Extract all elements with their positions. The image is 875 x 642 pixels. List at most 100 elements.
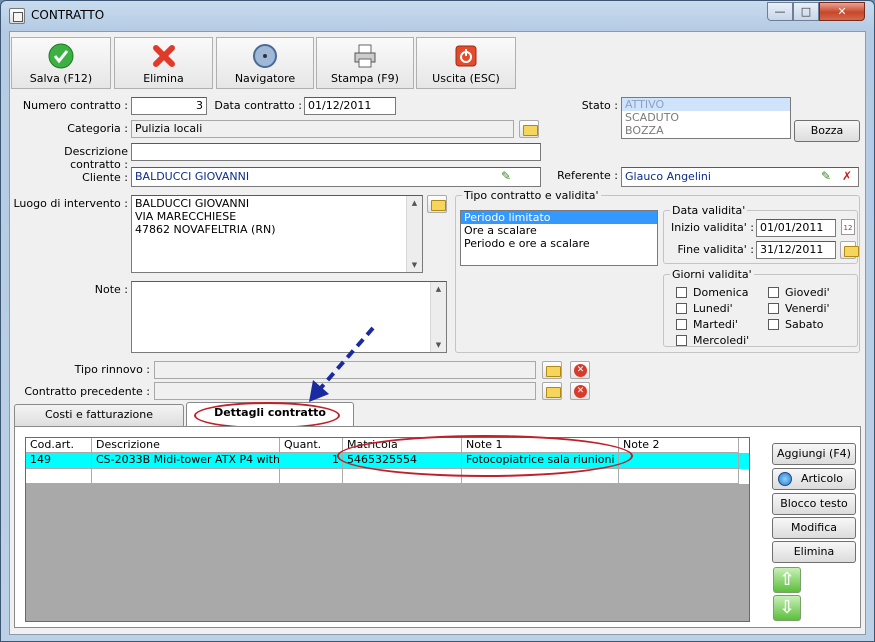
clear-tipo-rinnovo-icon[interactable]: [570, 361, 590, 379]
tab-costi-fatturazione[interactable]: Costi e fatturazione: [14, 404, 184, 426]
add-button[interactable]: Aggiungi (F4): [772, 443, 856, 465]
checkbox-label: Giovedi': [785, 286, 830, 299]
edit-referente-pencil-icon[interactable]: ✎: [821, 169, 831, 183]
empty-cell: [619, 469, 739, 484]
checkbox-domenica[interactable]: Domenica: [676, 286, 749, 299]
move-up-arrow-icon[interactable]: ⇧: [773, 567, 801, 593]
compass-icon: [253, 44, 277, 68]
article-button[interactable]: Articolo (F5): [772, 468, 856, 505]
categoria-field[interactable]: Pulizia locali: [131, 120, 514, 138]
luogo-line: VIA MARECCHIESE: [135, 210, 237, 223]
column-header[interactable]: Quant.: [280, 438, 343, 453]
highlight-ellipse-matricola: [337, 435, 633, 477]
cell-quantita: 1: [280, 453, 343, 469]
checkbox-venerdi[interactable]: Venerdi': [768, 302, 830, 315]
tipo-contratto-listbox[interactable]: Periodo limitato Ore a scalare Periodo e…: [460, 210, 658, 266]
cell-descrizione: CS-2033B Midi-tower ATX P4 with 5...: [92, 453, 280, 469]
fine-validita-folder-icon[interactable]: [840, 241, 859, 259]
bozza-button[interactable]: Bozza: [794, 120, 860, 142]
check-icon: [48, 43, 74, 69]
giorni-validita-group: Giorni validita' Domenica Lunedi' Marted…: [663, 268, 858, 347]
checkbox-sabato[interactable]: Sabato: [768, 318, 824, 331]
descrizione-field[interactable]: [131, 143, 541, 161]
cliente-label: Cliente :: [82, 171, 128, 184]
numero-contratto-label: Numero contratto :: [22, 99, 128, 112]
delete-button[interactable]: Elimina: [114, 37, 213, 89]
referente-label: Referente :: [557, 169, 618, 182]
data-contratto-label: Data contratto :: [214, 99, 302, 112]
data-validita-title: Data validita': [670, 204, 748, 217]
move-down-arrow-icon[interactable]: ⇩: [773, 595, 801, 621]
tipo-contratto-group: Tipo contratto e validita' Periodo limit…: [455, 189, 860, 353]
inizio-validita-field[interactable]: 01/01/2011: [756, 219, 836, 237]
cliente-field[interactable]: BALDUCCI GIOVANNI: [131, 167, 541, 187]
checkbox-mercoledi[interactable]: Mercoledi': [676, 334, 749, 347]
annotation-arrow-icon: [309, 326, 375, 402]
stato-option[interactable]: SCADUTO: [622, 111, 790, 124]
tab-panel-dettagli: Cod.art. Descrizione Quant. Matricola No…: [14, 426, 861, 628]
empty-cell: [92, 469, 280, 484]
tipo-rinnovo-label: Tipo rinnovo :: [74, 363, 150, 376]
checkbox-label: Mercoledi': [693, 334, 750, 347]
data-validita-group: Data validita' Inizio validita' : 01/01/…: [663, 204, 859, 264]
window-title: CONTRATTO: [31, 8, 105, 22]
clear-contratto-precedente-icon[interactable]: [570, 382, 590, 400]
checkbox-martedi[interactable]: Martedi': [676, 318, 738, 331]
tipo-option[interactable]: Ore a scalare: [461, 224, 657, 237]
checkbox-giovedi[interactable]: Giovedi': [768, 286, 830, 299]
navigator-button[interactable]: Navigatore: [216, 37, 314, 89]
save-button[interactable]: Salva (F12): [11, 37, 111, 89]
scroll-up-icon[interactable]: ▲: [407, 196, 422, 210]
exit-button[interactable]: Uscita (ESC): [416, 37, 516, 89]
luogo-field[interactable]: BALDUCCI GIOVANNI VIA MARECCHIESE 47862 …: [131, 195, 423, 273]
luogo-scrollbar[interactable]: ▲ ▼: [406, 196, 422, 272]
stato-option[interactable]: BOZZA: [622, 124, 790, 137]
contratto-precedente-label: Contratto precedente :: [24, 385, 150, 398]
minimize-button[interactable]: —: [767, 2, 793, 21]
column-header[interactable]: Cod.art.: [26, 438, 92, 453]
calendar-icon[interactable]: 12: [841, 219, 855, 235]
categoria-folder-icon[interactable]: [519, 120, 539, 138]
column-header[interactable]: Descrizione: [92, 438, 280, 453]
print-button[interactable]: Stampa (F9): [316, 37, 414, 89]
stato-listbox[interactable]: ATTIVO SCADUTO BOZZA: [621, 97, 791, 139]
note-scrollbar[interactable]: ▲ ▼: [430, 282, 446, 352]
column-header[interactable]: Note 2: [619, 438, 739, 453]
checkbox-label: Sabato: [785, 318, 824, 331]
highlight-ellipse-tab: [194, 402, 340, 429]
close-button[interactable]: ✕: [819, 2, 865, 21]
fine-validita-label: Fine validita' :: [677, 243, 754, 256]
cell-cod-art: 149: [26, 453, 92, 469]
maximize-button[interactable]: □: [793, 2, 819, 21]
data-contratto-field[interactable]: 01/12/2011: [304, 97, 396, 115]
tipo-option[interactable]: Periodo limitato: [461, 211, 657, 224]
numero-contratto-field[interactable]: 3: [131, 97, 207, 115]
edit-cliente-pencil-icon[interactable]: ✎: [501, 169, 511, 183]
delete-x-icon: [152, 45, 175, 67]
fine-validita-field[interactable]: 31/12/2011: [756, 241, 836, 259]
print-label: Stampa (F9): [331, 72, 399, 85]
scroll-up-icon[interactable]: ▲: [431, 282, 446, 296]
checkbox-label: Venerdi': [785, 302, 830, 315]
delete-row-button[interactable]: Elimina: [772, 541, 856, 563]
exit-label: Uscita (ESC): [432, 72, 500, 85]
luogo-label: Luogo di intervento :: [13, 197, 128, 210]
contratto-precedente-folder-icon[interactable]: [542, 382, 562, 400]
scroll-down-icon[interactable]: ▼: [431, 338, 446, 352]
text-block-button[interactable]: Blocco testo: [772, 493, 856, 515]
tipo-option[interactable]: Periodo e ore a scalare: [461, 237, 657, 250]
clear-referente-x-icon[interactable]: ✗: [842, 169, 852, 183]
scroll-down-icon[interactable]: ▼: [407, 258, 422, 272]
checkbox-lunedi[interactable]: Lunedi': [676, 302, 733, 315]
categoria-label: Categoria :: [67, 122, 128, 135]
edit-button[interactable]: Modifica: [772, 517, 856, 539]
luogo-folder-icon[interactable]: [427, 195, 447, 213]
tipo-rinnovo-folder-icon[interactable]: [542, 361, 562, 379]
descrizione-label: Descrizione contratto :: [64, 145, 128, 171]
stato-option[interactable]: ATTIVO: [622, 98, 790, 111]
title-bar[interactable]: CONTRATTO — □ ✕: [1, 1, 874, 31]
empty-cell: [280, 469, 343, 484]
power-icon: [455, 45, 477, 67]
client-area: Salva (F12) Elimina Navigatore Stampa (F…: [9, 31, 866, 635]
note-field[interactable]: [131, 281, 447, 353]
